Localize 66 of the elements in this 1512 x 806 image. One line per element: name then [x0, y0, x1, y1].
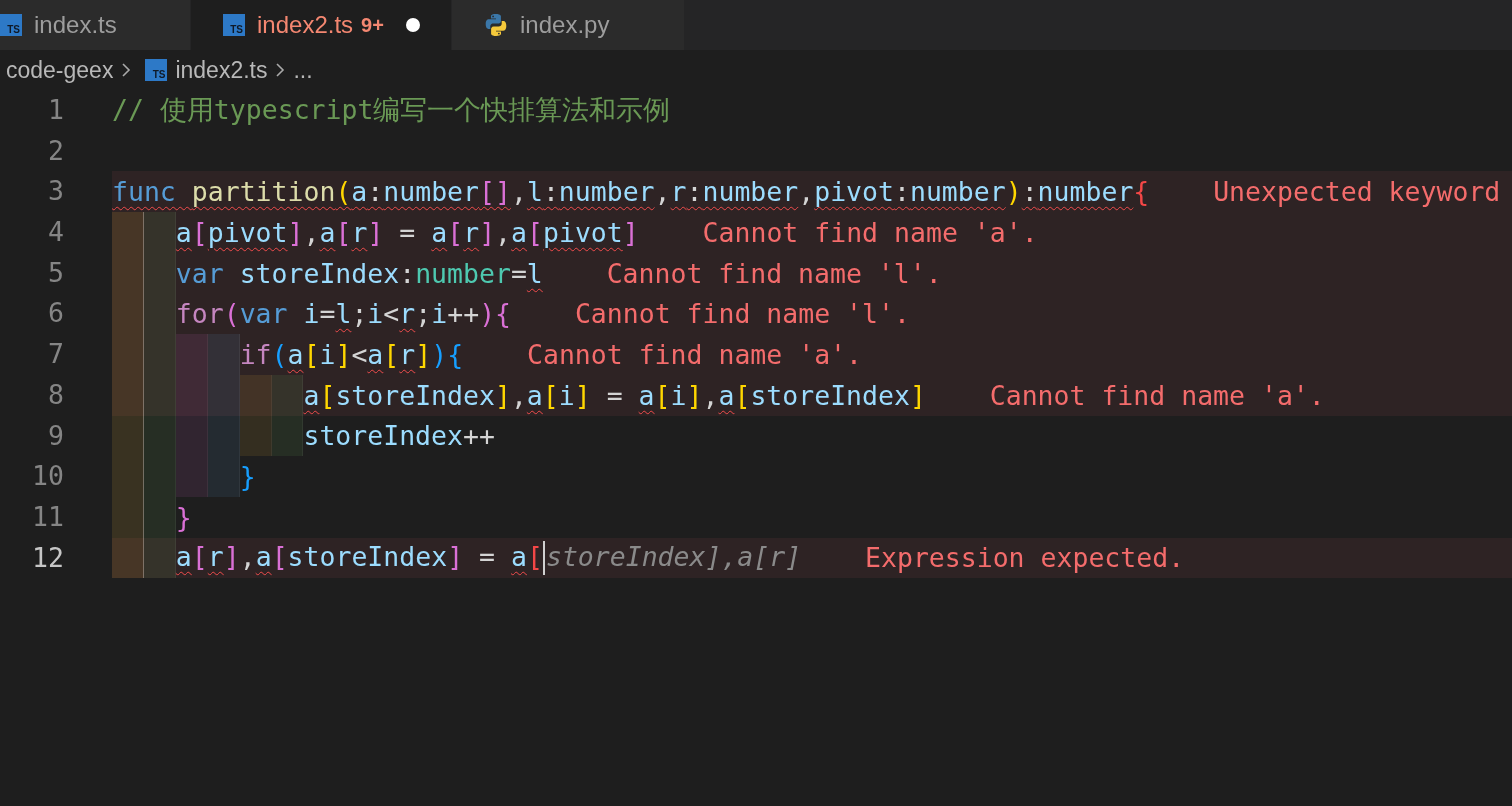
indent-guide	[112, 415, 144, 457]
error-message: Cannot find name 'l'.	[574, 298, 910, 330]
code-text[interactable]: }	[239, 461, 256, 493]
code-text[interactable]: if(a[i]<a[r]){	[239, 338, 464, 370]
code-text[interactable]: // 使用typescript编写一个快排算法和示例	[112, 92, 671, 129]
line-number: 10	[31, 459, 64, 494]
indent-guide	[207, 456, 240, 497]
line-number: 3	[47, 174, 64, 209]
editor-tab[interactable]: index.py	[452, 0, 685, 50]
breadcrumb-item[interactable]: index2.ts	[175, 56, 268, 84]
indent-guide	[112, 537, 144, 579]
breadcrumb-item[interactable]: ...	[293, 56, 313, 84]
error-message: Cannot find name 'a'.	[527, 338, 863, 370]
indent-guide	[175, 456, 208, 497]
indent-guide	[239, 374, 272, 416]
line-number: 4	[47, 215, 64, 250]
line-number: 5	[47, 255, 64, 290]
code-text[interactable]: storeIndex++	[303, 420, 495, 452]
problem-count: 9+	[361, 13, 384, 37]
indent-guide	[207, 374, 240, 416]
indent-guide	[271, 415, 304, 457]
indent-guide	[175, 334, 208, 375]
line-number: 7	[47, 337, 64, 372]
error-message: Cannot find name 'l'.	[606, 257, 942, 289]
editor-tab[interactable]: TS index2.ts 9+	[191, 0, 452, 50]
code-text[interactable]: a[storeIndex],a[i] = a[i],a[storeIndex]	[303, 379, 926, 411]
indent-guide	[143, 537, 176, 579]
error-message: Unexpected keyword	[1213, 176, 1501, 208]
line-number: 11	[31, 499, 64, 534]
line-number: 12	[31, 540, 64, 575]
indent-guide	[207, 334, 240, 375]
code-text[interactable]: for(var i=l;i<r;i++){	[175, 298, 512, 330]
error-message: Cannot find name 'a'.	[989, 379, 1325, 411]
indent-guide	[239, 415, 272, 457]
error-message: Cannot find name 'a'.	[702, 216, 1038, 248]
code-text[interactable]: }	[175, 501, 192, 533]
indent-guide	[143, 374, 176, 416]
python-file-icon	[484, 13, 508, 37]
line-number: 6	[47, 296, 64, 331]
indent-guide	[175, 415, 208, 457]
typescript-file-icon: TS	[0, 14, 22, 36]
code-text[interactable]: var storeIndex:number=l	[175, 257, 543, 289]
chevron-right-icon	[275, 62, 286, 78]
line-number: 2	[47, 133, 64, 168]
line-number: 8	[47, 377, 64, 412]
code-text[interactable]: a[pivot],a[r] = a[r],a[pivot]	[175, 216, 639, 248]
typescript-file-icon: TS	[223, 14, 245, 36]
line-number: 9	[47, 418, 64, 453]
code-text[interactable]: func partition(a:number[],l:number,r:number,pivot:number):number{	[112, 176, 1150, 208]
indent-guide	[175, 374, 208, 416]
chevron-right-icon	[121, 62, 132, 78]
indent-guide	[143, 212, 176, 253]
indent-guide	[271, 374, 304, 416]
indent-guide	[207, 415, 240, 457]
error-message: Expression expected.	[865, 542, 1185, 574]
indent-guide	[112, 212, 144, 253]
editor-tab[interactable]: TS index.ts	[0, 0, 191, 50]
indent-guide	[143, 415, 176, 457]
indent-guide	[143, 496, 176, 538]
line-number: 1	[47, 93, 64, 127]
code-text[interactable]: a[r],a[storeIndex] = a[storeIndex],a[r]	[175, 540, 802, 576]
breadcrumb-item[interactable]: code-geex	[6, 56, 114, 84]
typescript-file-icon: TS	[145, 59, 168, 81]
indent-guide	[112, 374, 144, 416]
text-cursor	[542, 541, 545, 576]
indent-guide	[112, 496, 144, 538]
